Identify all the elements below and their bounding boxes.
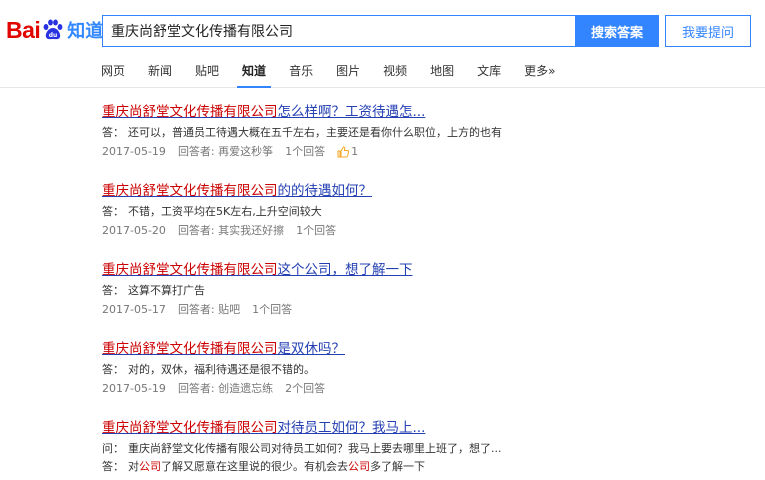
- result-answerer[interactable]: 回答者: 其实我还好擦: [178, 222, 284, 240]
- result-snippet: 答： 对公司了解又愿意在这里说的很少。有机会去公司多了解一下: [102, 458, 762, 476]
- result-answerer[interactable]: 回答者: 创造遗忘练: [178, 380, 273, 398]
- result-item: 重庆尚舒堂文化传播有限公司这个公司，想了解一下答： 这算不算打广告 2017-05-…: [102, 260, 762, 339]
- snippet-text: 了解又愿意在这里说的很少。有机会去: [161, 460, 348, 473]
- result-title-rest: 怎么样啊？工资待遇怎...: [277, 104, 426, 120]
- like-button[interactable]: 1: [337, 143, 358, 161]
- nav-tab[interactable]: 知道: [237, 56, 272, 88]
- result-answerer[interactable]: 回答者: 贴吧: [178, 301, 240, 319]
- result-answer-count: 1个回答: [252, 303, 293, 316]
- nav-tab[interactable]: 更多»: [524, 56, 555, 88]
- result-snippet: 问： 重庆尚舒堂文化传播有限公司对待员工如何？我马上要去哪里上班了，想了...: [102, 440, 762, 458]
- result-answer-count: 1个回答: [296, 224, 337, 237]
- search-answers-button[interactable]: 搜索答案: [575, 15, 659, 47]
- result-title-highlight: 重庆尚舒堂文化传播有限公司: [102, 183, 278, 199]
- ask-question-button[interactable]: 我要提问: [665, 15, 751, 47]
- snippet-text: 这算不算打广告: [128, 284, 205, 297]
- result-title-highlight: 重庆尚舒堂文化传播有限公司: [102, 262, 278, 278]
- nav-tab[interactable]: 新闻: [148, 56, 172, 88]
- snippet-label: 答：: [102, 363, 124, 376]
- result-title-link[interactable]: 重庆尚舒堂文化传播有限公司怎么样啊？工资待遇怎...: [102, 102, 762, 122]
- snippet-label: 答：: [102, 284, 124, 297]
- search-input[interactable]: [103, 16, 575, 46]
- snippet-label: 答：: [102, 126, 124, 139]
- result-title-highlight: 重庆尚舒堂文化传播有限公司: [102, 104, 278, 120]
- result-item: 重庆尚舒堂文化传播有限公司对待员工如何？我马上... 问： 重庆尚舒堂文化传播有限公…: [102, 418, 762, 480]
- nav-tab[interactable]: 视频: [383, 56, 407, 88]
- logo-du-text: du: [49, 32, 58, 39]
- snippet-text: 还可以，普通员工待遇大概在五千左右，主要还是看你什么职位，上方的也有: [128, 126, 502, 139]
- nav-tab[interactable]: 文库: [477, 56, 501, 88]
- result-snippet: 答： 对的，双休，福利待遇还是很不错的。: [102, 361, 762, 379]
- baidu-zhidao-logo[interactable]: Bai du 知道: [6, 14, 103, 46]
- snippet-label: 答：: [102, 205, 124, 218]
- result-item: 重庆尚舒堂文化传播有限公司是双休吗？ 答： 对的，双休，福利待遇还是很不错的。 201…: [102, 339, 762, 418]
- result-title-link[interactable]: 重庆尚舒堂文化传播有限公司是双休吗？: [102, 339, 762, 359]
- result-title-rest: 这个公司，想了解一下: [277, 262, 413, 278]
- result-meta: 2017-05-19 回答者: 再爱这秒筝 1个回答 1: [102, 143, 762, 161]
- result-title-highlight: 重庆尚舒堂文化传播有限公司: [102, 341, 278, 357]
- result-title-rest: 对待员工如何？我马上...: [277, 420, 426, 436]
- paw-icon: du: [43, 19, 63, 40]
- logo-zhidao-text: 知道: [67, 21, 104, 41]
- nav-tab[interactable]: 音乐: [289, 56, 313, 88]
- snippet-text: 对的，双休，福利待遇还是很不错的。: [128, 363, 315, 376]
- result-date: 2017-05-17: [102, 303, 166, 316]
- result-answerer[interactable]: 回答者: 再爱这秒筝: [178, 143, 273, 161]
- result-title-rest: 的的待遇如何？: [277, 183, 373, 199]
- result-title-link[interactable]: 重庆尚舒堂文化传播有限公司这个公司，想了解一下: [102, 260, 762, 280]
- snippet-text: 不错，工资平均在5K左右,上升空间较大: [128, 205, 322, 218]
- results-list: 重庆尚舒堂文化传播有限公司怎么样啊？工资待遇怎... 答： 还可以，普通员工待遇大概…: [102, 102, 762, 480]
- snippet-label: 答：: [102, 460, 124, 473]
- result-title-link[interactable]: 重庆尚舒堂文化传播有限公司对待员工如何？我马上...: [102, 418, 762, 438]
- logo-bai-text: Bai: [6, 16, 41, 43]
- snippet-text: 多了解一下: [370, 460, 425, 473]
- result-meta: 2017-05-20 回答者: 其实我还好擦 1个回答: [102, 222, 762, 240]
- snippet-highlight: 公司: [348, 460, 370, 473]
- result-snippet: 答： 还可以，普通员工待遇大概在五千左右，主要还是看你什么职位，上方的也有: [102, 124, 762, 142]
- result-snippet: 答： 不错，工资平均在5K左右,上升空间较大: [102, 203, 762, 221]
- result-item: 重庆尚舒堂文化传播有限公司的的待遇如何？ 答： 不错，工资平均在5K左右,上升空间较…: [102, 181, 762, 260]
- nav-tab[interactable]: 图片: [336, 56, 360, 88]
- like-count: 1: [351, 145, 359, 158]
- result-snippet: 答： 这算不算打广告: [102, 282, 762, 300]
- result-title-rest: 是双休吗？: [277, 341, 346, 357]
- result-meta: 2017-05-19 回答者: 创造遗忘练 2个回答: [102, 380, 762, 398]
- header: Bai du 知道 搜索答案 我要提问 网页新闻贴吧知道音乐图片视频地图文库更多…: [0, 0, 765, 88]
- result-answer-count: 1个回答: [285, 145, 326, 158]
- result-date: 2017-05-19: [102, 145, 166, 158]
- nav-tab[interactable]: 网页: [101, 56, 125, 88]
- snippet-text: 对: [128, 460, 139, 473]
- result-answer-count: 2个回答: [285, 382, 326, 395]
- result-date: 2017-05-19: [102, 382, 166, 395]
- result-title-link[interactable]: 重庆尚舒堂文化传播有限公司的的待遇如何？: [102, 181, 762, 201]
- nav-tab[interactable]: 贴吧: [195, 56, 219, 88]
- snippet-text: 重庆尚舒堂文化传播有限公司对待员工如何？我马上要去哪里上班了，想了...: [128, 442, 502, 455]
- result-date: 2017-05-20: [102, 224, 166, 237]
- result-title-highlight: 重庆尚舒堂文化传播有限公司: [102, 420, 278, 436]
- thumbs-up-icon: [337, 146, 350, 158]
- result-meta: 2017-05-17 回答者: 贴吧 1个回答: [102, 301, 762, 319]
- nav-tabs: 网页 新闻 贴吧 知道 音乐 图片 视频 地图 文库 更多»: [101, 56, 578, 88]
- result-item: 重庆尚舒堂文化传播有限公司怎么样啊？工资待遇怎... 答： 还可以，普通员工待遇大概…: [102, 102, 762, 181]
- nav-tab[interactable]: 地图: [430, 56, 454, 88]
- search-field-wrapper: [102, 15, 575, 47]
- snippet-highlight: 公司: [139, 460, 161, 473]
- snippet-label: 问：: [102, 442, 124, 455]
